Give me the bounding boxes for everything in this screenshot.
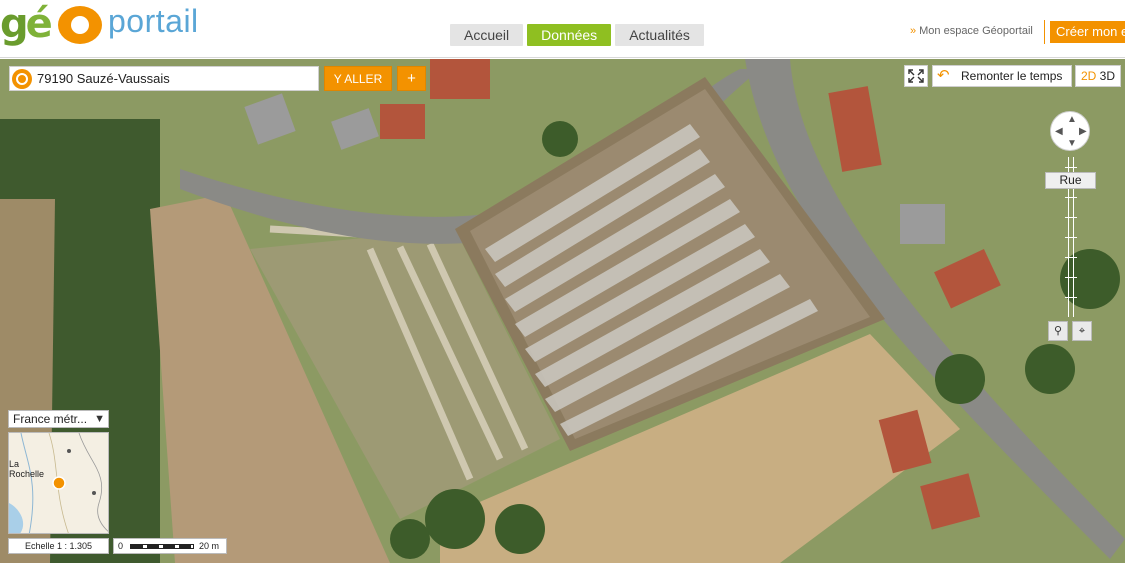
pan-left-icon[interactable]: ◀ <box>1055 127 1063 137</box>
create-account-button[interactable]: Créer mon e <box>1050 21 1125 43</box>
magnifier-icon: ⚲ <box>1053 325 1063 337</box>
view-mode-toggle[interactable]: 2D 3D <box>1075 65 1121 87</box>
zoom-tick <box>1065 167 1077 168</box>
geoportail-logo[interactable]: gé portail <box>0 0 220 52</box>
pan-up-icon[interactable]: ▲ <box>1067 115 1077 125</box>
zoom-tick <box>1065 297 1077 298</box>
logo-geo-text: gé <box>0 1 53 47</box>
pan-right-icon[interactable]: ▶ <box>1079 127 1087 137</box>
chevron-down-icon: ▼ <box>94 413 105 425</box>
tab-actualites[interactable]: Actualités <box>615 24 704 46</box>
remonter-le-temps-button[interactable]: ↶ Remonter le temps <box>932 65 1072 87</box>
search-input[interactable] <box>37 67 317 90</box>
zoom-tick <box>1065 197 1077 198</box>
logo-o-shape <box>58 6 102 44</box>
mode-2d[interactable]: 2D <box>1081 69 1096 83</box>
overview-map[interactable]: La Rochelle <box>8 432 109 534</box>
scale-zero: 0 <box>118 541 124 551</box>
zoom-search-button[interactable]: ⚲ <box>1048 321 1068 341</box>
remonter-label: Remonter le temps <box>961 69 1063 83</box>
zoom-tick <box>1065 217 1077 218</box>
locate-icon[interactable] <box>12 69 32 89</box>
mon-espace-label: Mon espace Géoportail <box>919 25 1033 37</box>
center-map-button[interactable]: ⌖ <box>1072 321 1092 341</box>
crosshair-icon: ⌖ <box>1078 325 1086 337</box>
zoom-level-label: Rue <box>1045 172 1096 189</box>
scale-ratio: Echelle 1 : 1.305 <box>8 538 109 554</box>
aerial-imagery[interactable] <box>0 59 1125 563</box>
zoom-tick <box>1065 237 1077 238</box>
territory-select[interactable]: France métr... ▼ <box>8 410 109 428</box>
tab-donnees[interactable]: Données <box>527 24 612 46</box>
map-view[interactable]: Y ALLER + ↶ Remonter le temps 2D 3D ▲ ▼ … <box>0 59 1125 563</box>
scale-distance: 20 m <box>199 541 220 551</box>
pan-down-icon[interactable]: ▼ <box>1067 139 1077 149</box>
scale-bar-graphic <box>130 544 194 549</box>
logo-portail-text: portail <box>108 3 199 39</box>
overview-place-label: La Rochelle <box>9 459 45 479</box>
header: gé portail Accueil Données Actualités » M… <box>0 0 1125 58</box>
scale-bar: 0 20 m <box>113 538 227 554</box>
pan-control[interactable]: ▲ ▼ ◀ ▶ <box>1050 111 1090 151</box>
header-divider <box>1044 20 1045 44</box>
mode-3d[interactable]: 3D <box>1100 69 1115 83</box>
search-box <box>9 66 319 91</box>
zoom-tick <box>1065 277 1077 278</box>
territory-value: France métr... <box>13 412 88 426</box>
mon-espace-link[interactable]: » Mon espace Géoportail <box>910 25 1033 37</box>
fullscreen-icon <box>908 69 924 83</box>
go-button[interactable]: Y ALLER <box>324 66 392 91</box>
fullscreen-button[interactable] <box>904 65 928 87</box>
overview-map-drawing <box>9 433 108 533</box>
undo-arrow-icon: ↶ <box>937 67 950 84</box>
zoom-tick <box>1065 257 1077 258</box>
more-search-button[interactable]: + <box>397 66 426 91</box>
chevron-right-icon: » <box>910 25 917 37</box>
tab-accueil[interactable]: Accueil <box>450 24 524 46</box>
main-nav: Accueil Données Actualités <box>450 24 704 46</box>
